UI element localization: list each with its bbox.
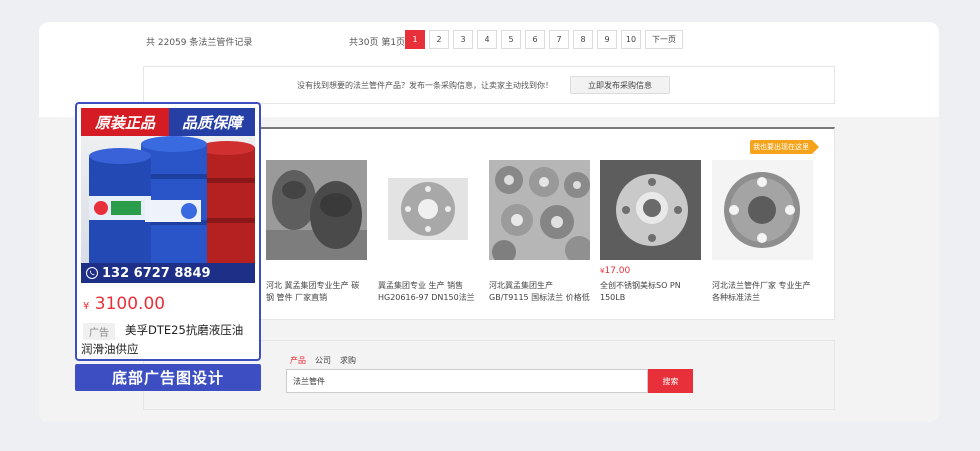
product-card[interactable]: 河北 冀孟集团专业生产 碳钢 管件 厂家直销	[266, 160, 367, 304]
page-8-button[interactable]: 8	[573, 30, 593, 49]
tab-products[interactable]: 产品	[290, 355, 306, 366]
ad-banner-left: 原装正品	[81, 108, 169, 136]
product-desc[interactable]: 全创不锈钢美标SO PN 150LB	[600, 280, 701, 304]
page-9-button[interactable]: 9	[597, 30, 617, 49]
page-2-button[interactable]: 2	[429, 30, 449, 49]
product-card[interactable]: 冀孟集团专业 生产 销售HG20616-97 DN150法兰	[378, 160, 479, 304]
page-10-button[interactable]: 10	[621, 30, 641, 49]
product-image[interactable]	[266, 160, 367, 260]
ad-phone-bar: 132 6727 8849	[81, 263, 255, 283]
search-input[interactable]	[286, 369, 648, 393]
page-3-button[interactable]: 3	[453, 30, 473, 49]
total-records: 共 22059 条法兰管件记录	[146, 38, 253, 48]
product-image[interactable]	[378, 160, 479, 260]
next-page-button[interactable]: 下一页	[645, 30, 683, 49]
advertise-here-tag[interactable]: 我也要出现在这里	[750, 140, 819, 154]
product-image[interactable]	[712, 160, 813, 260]
page-7-button[interactable]: 7	[549, 30, 569, 49]
page-5-button[interactable]: 5	[501, 30, 521, 49]
product-card[interactable]: 河北冀孟集团生产GB/T9115 国标法兰 价格低	[489, 160, 590, 304]
ad-caption: 底部广告图设计	[75, 364, 261, 391]
product-image[interactable]	[489, 160, 590, 260]
ad-banner: 原装正品 品质保障	[81, 108, 255, 136]
product-price	[712, 266, 813, 278]
page-info: 共30页 第1页	[349, 38, 406, 48]
product-card[interactable]: ¥17.00 全创不锈钢美标SO PN 150LB	[600, 160, 701, 304]
ad-phone-number: 132 6727 8849	[102, 265, 211, 281]
product-image[interactable]	[600, 160, 701, 260]
page-1-button[interactable]: 1	[405, 30, 425, 49]
product-desc[interactable]: 河北 冀孟集团专业生产 碳钢 管件 厂家直销	[266, 280, 367, 304]
ad-price: ¥ 3100.00	[83, 294, 166, 314]
page-4-button[interactable]: 4	[477, 30, 497, 49]
phone-icon	[86, 267, 98, 279]
product-desc[interactable]: 河北法兰管件厂家 专业生产各种标准法兰	[712, 280, 813, 304]
ad-banner-right: 品质保障	[169, 108, 255, 136]
ad-title[interactable]: 美孚DTE25抗磨液压油 润滑油供应	[81, 321, 257, 359]
publish-purchase-button[interactable]: 立即发布采购信息	[570, 76, 670, 94]
tab-companies[interactable]: 公司	[315, 355, 331, 366]
product-price	[489, 266, 590, 278]
product-price	[378, 266, 479, 278]
page-6-button[interactable]: 6	[525, 30, 545, 49]
product-card[interactable]: 河北法兰管件厂家 专业生产各种标准法兰	[712, 160, 813, 304]
notice-text: 没有找到想要的法兰管件产品？发布一条采购信息，让卖家主动找到你！	[297, 81, 553, 90]
search-tabs: 产品 公司 求购	[290, 355, 356, 366]
product-price	[266, 266, 367, 278]
product-desc[interactable]: 冀孟集团专业 生产 销售HG20616-97 DN150法兰	[378, 280, 479, 304]
pagination: 1 2 3 4 5 6 7 8 9 10 下一页	[405, 30, 683, 49]
ad-card[interactable]: 原装正品 品质保障 132 6727 8849 ¥ 3100.00 广告 美孚D…	[75, 102, 261, 361]
search-button[interactable]: 搜索	[648, 369, 693, 393]
tab-purchase[interactable]: 求购	[340, 355, 356, 366]
product-price: ¥17.00	[600, 266, 631, 276]
ad-image[interactable]: 原装正品 品质保障 132 6727 8849	[81, 108, 255, 283]
product-desc[interactable]: 河北冀孟集团生产GB/T9115 国标法兰 价格低	[489, 280, 590, 304]
